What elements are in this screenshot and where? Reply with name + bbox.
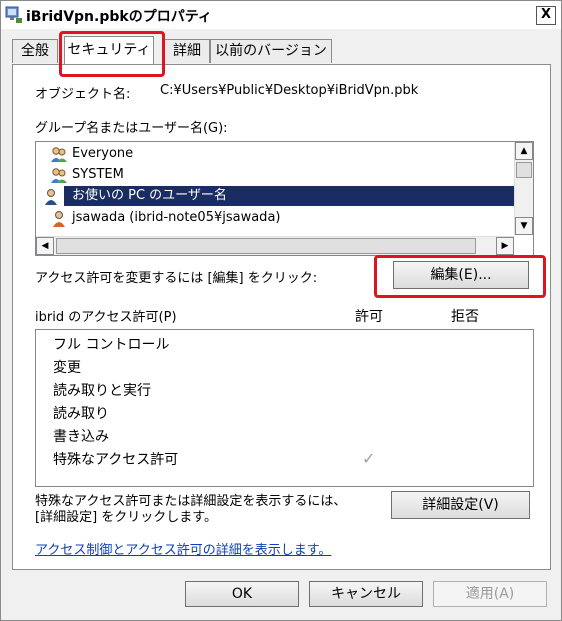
scroll-right-icon[interactable]: ▶: [496, 237, 514, 255]
list-item-pc-user[interactable]: お使いの PC のユーザー名: [45, 186, 518, 206]
network-file-icon: [5, 6, 22, 23]
title-bar: iBridVpn.pbkのプロパティ X: [1, 1, 561, 29]
group-icon: [51, 168, 67, 183]
cancel-button[interactable]: キャンセル: [309, 581, 423, 607]
allow-header: 許可: [355, 309, 383, 325]
permission-row: フル コントロール: [53, 337, 170, 353]
tab-security[interactable]: セキュリティ: [64, 36, 154, 64]
advanced-button[interactable]: 詳細設定(V): [391, 491, 530, 519]
permission-row: 読み取りと実行: [53, 383, 151, 399]
permissions-help-link[interactable]: アクセス制御とアクセス許可の詳細を表示します。: [35, 539, 331, 558]
security-panel: オブジェクト名: C:¥Users¥Public¥Desktop¥iBridVp…: [12, 64, 551, 570]
window-title: iBridVpn.pbkのプロパティ: [26, 9, 212, 25]
ok-button[interactable]: OK: [185, 581, 299, 607]
horizontal-scrollbar[interactable]: ◀ ▶: [36, 236, 514, 255]
object-name-label: オブジェクト名:: [35, 87, 131, 102]
deny-header: 拒否: [451, 309, 479, 325]
list-item-label: お使いの PC のユーザー名: [72, 188, 227, 203]
hscroll-thumb[interactable]: [56, 238, 476, 254]
tab-previous-versions[interactable]: 以前のバージョン: [210, 39, 332, 63]
permissions-header: ibrid のアクセス許可(P): [35, 310, 177, 325]
advanced-hint-line2: [詳細設定] をクリックします。: [35, 510, 217, 525]
group-user-list[interactable]: Everyone SYSTEM お使いの PC のユーザー名 jsawada (…: [35, 141, 534, 256]
list-item-label: Everyone: [72, 146, 134, 161]
permissions-list: フル コントロール 変更 読み取りと実行 読み取り 書き込み 特殊なアクセス許可…: [35, 329, 534, 487]
tab-general[interactable]: 全般: [12, 39, 58, 63]
change-permissions-hint: アクセス許可を変更するには [編集] をクリック:: [35, 271, 318, 286]
object-name-value: C:¥Users¥Public¥Desktop¥iBridVpn.pbk: [160, 83, 419, 98]
permission-row: 読み取り: [53, 406, 109, 422]
list-item-jsawada[interactable]: jsawada (ibrid-note05¥jsawada): [53, 208, 281, 228]
properties-window: iBridVpn.pbkのプロパティ X 全般 セキュリティ 詳細 以前のバージ…: [0, 0, 562, 621]
list-item-label: jsawada (ibrid-note05¥jsawada): [72, 210, 281, 225]
tab-details[interactable]: 詳細: [164, 39, 210, 63]
scroll-up-icon[interactable]: ▲: [515, 142, 533, 160]
user-icon: [53, 211, 65, 227]
scroll-thumb[interactable]: [516, 162, 532, 178]
close-button[interactable]: X: [536, 6, 556, 25]
check-icon: ✓: [362, 449, 376, 468]
scroll-left-icon[interactable]: ◀: [36, 237, 54, 255]
vertical-scrollbar[interactable]: ▲ ▼: [514, 142, 533, 235]
list-item-everyone[interactable]: Everyone: [51, 144, 134, 164]
list-item-system[interactable]: SYSTEM: [51, 165, 124, 185]
permission-row: 変更: [53, 360, 81, 376]
user-icon: [45, 189, 57, 205]
list-item-label: SYSTEM: [72, 167, 124, 182]
scroll-down-icon[interactable]: ▼: [515, 217, 533, 235]
groups-label: グループ名またはユーザー名(G):: [35, 121, 228, 136]
permission-row: 書き込み: [53, 429, 109, 445]
group-icon: [51, 147, 67, 162]
highlight-edit-button: [374, 255, 546, 298]
permission-row: 特殊なアクセス許可: [53, 452, 179, 468]
apply-button[interactable]: 適用(A): [433, 581, 547, 607]
